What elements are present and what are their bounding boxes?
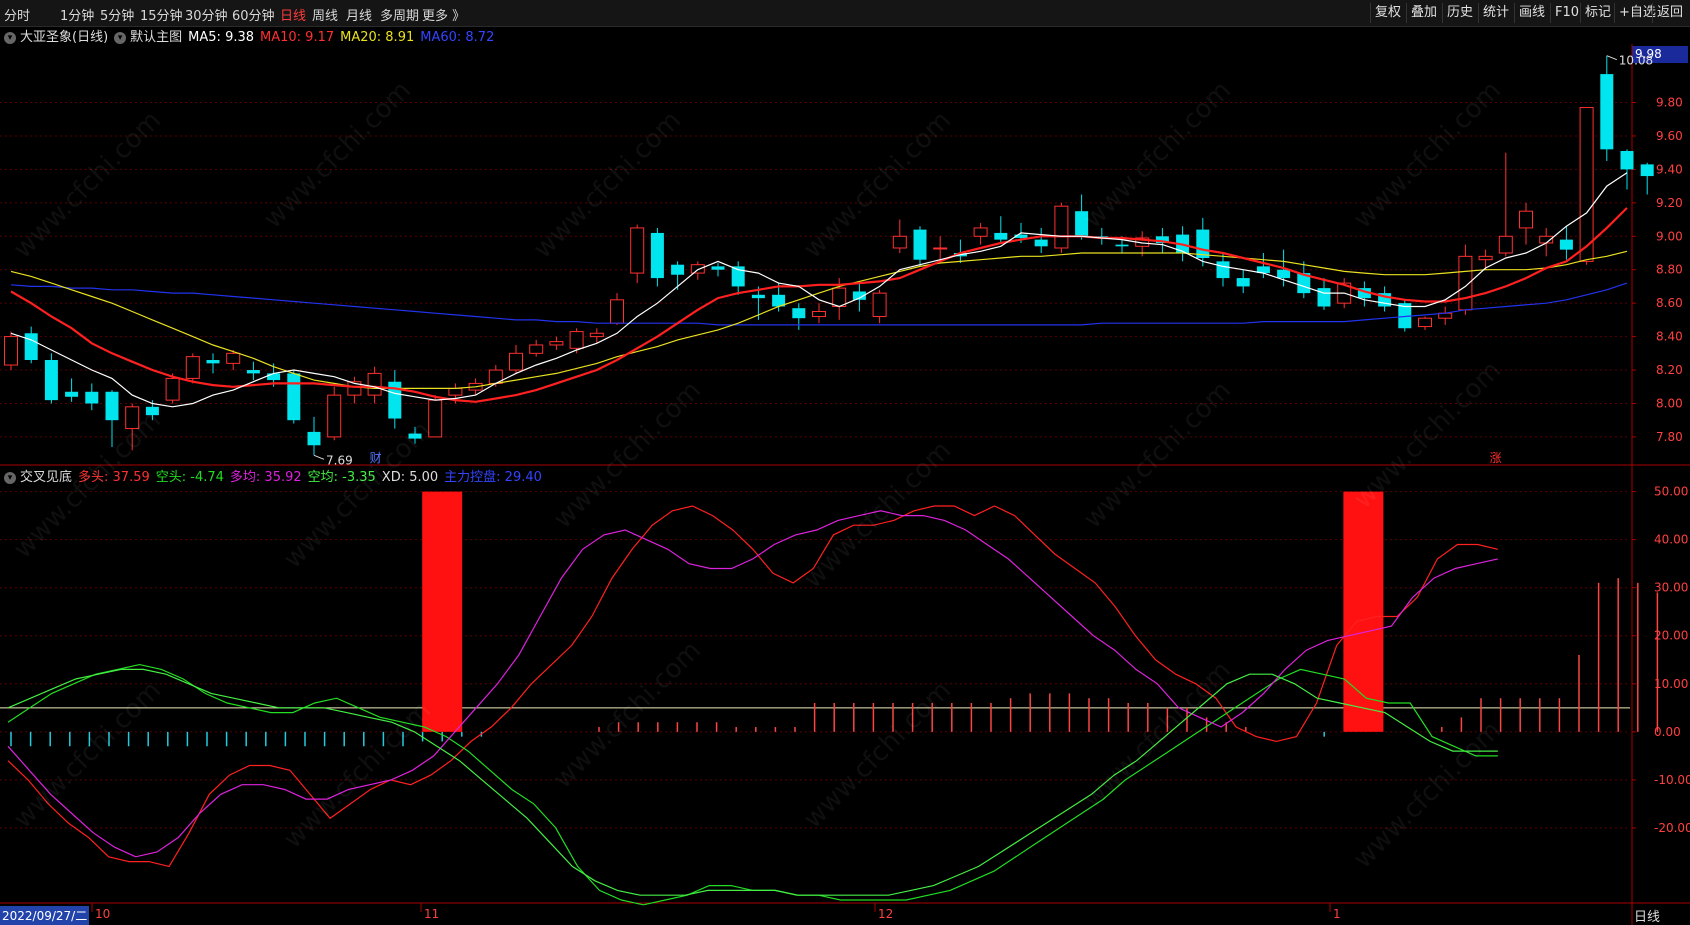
candle-up [509,352,523,371]
kongjun-line [7,668,1498,896]
high-price-label: 10.08 [1619,54,1653,68]
candle-up [1579,107,1594,262]
time-tick-label: 1 [1333,907,1341,921]
indicator-tick-label: 40.00 [1654,533,1688,547]
candle-down [24,333,38,361]
candle-down [913,229,927,260]
price-tick-label: 9.20 [1656,196,1683,210]
candle-down [408,433,422,439]
low-marker-line [313,454,325,460]
high-marker-line [1606,55,1617,61]
low-price-label: 7.69 [326,453,353,467]
candle-down [751,294,765,299]
candle-up [1054,205,1069,249]
candle-up [872,292,887,318]
zhang-tag: 涨 [1490,450,1502,465]
time-tick-label: 11 [424,907,439,921]
chart-canvas[interactable]: 7.80 8.00 8.20 8.40 8.60 8.80 9.00 9.20 9.40 9.60… [0,0,1690,925]
candle-up [4,336,18,366]
time-tick-label: 10 [95,907,110,921]
candle-up [1519,210,1533,229]
candle-down [1277,269,1291,279]
candle-down [206,360,220,364]
candle-up [226,352,241,364]
candle-up [892,235,907,249]
candle-up [569,331,584,349]
candle-up [367,372,382,396]
candle-up [448,387,463,396]
candle-up [690,264,705,274]
candle-down [1317,288,1331,307]
candle-down [1236,278,1250,287]
indicator-tick-label: 20.00 [1654,629,1688,643]
candle-down [287,373,301,421]
candle-up [610,299,624,324]
kongtou-line [7,663,1498,906]
candle-down [246,370,260,374]
candle-up [1478,255,1493,261]
price-tick-label: 9.60 [1656,129,1683,143]
indicator-tick-label: 50.00 [1654,485,1688,499]
price-tick-label: 8.20 [1656,363,1683,377]
time-tick-label: 12 [878,907,893,921]
candle-up [630,227,645,274]
candle-down [105,391,119,421]
candle-up [549,341,564,346]
candle-up [1458,255,1473,311]
candle-up [165,377,180,401]
candle-down [65,391,79,397]
candle-down [1216,261,1230,279]
candle-down [145,406,159,416]
candle-down [711,266,725,270]
candle-down [650,232,664,279]
candle-down [994,232,1008,240]
indicator-tick-label: 30.00 [1654,581,1688,595]
cai-tag: 财 [370,451,382,465]
candle-down [1034,239,1048,247]
candle-down [267,373,281,381]
candle-down [1640,164,1654,177]
candle-down [44,360,58,401]
candle-up [832,287,847,308]
price-tick-label: 9.80 [1656,96,1683,110]
candle-up [125,406,140,430]
candle-down [85,391,99,404]
candle-down [671,264,685,275]
candle-down [1600,74,1614,150]
candle-down [1620,151,1634,170]
price-tick-label: 8.60 [1656,296,1683,310]
candle-up [327,394,342,438]
candle-down [1075,211,1089,237]
price-tick-label: 8.00 [1656,396,1683,410]
candle-up [933,247,948,250]
candle-up [812,311,826,318]
cross-signal-bar [422,491,463,732]
price-tick-label: 9.40 [1656,162,1683,176]
candle-down [307,431,321,446]
candle-up [1418,317,1432,328]
candle-up [185,356,200,379]
candle-up [973,227,988,237]
candle-up [529,344,544,354]
price-tick-label: 8.40 [1656,330,1683,344]
indicator-tick-label: -20.00 [1654,821,1690,835]
indicator-tick-label: 10.00 [1654,677,1688,691]
price-tick-label: 7.80 [1656,430,1683,444]
price-tick-label: 9.00 [1656,229,1683,243]
price-tick-label: 8.80 [1656,263,1683,277]
candle-up [1498,235,1513,254]
candle-down [1559,239,1573,250]
indicator-tick-label: -10.00 [1654,773,1690,787]
candle-up [589,332,604,338]
candle-down [792,308,806,319]
candle-down [1115,244,1129,247]
duotou-line [7,505,1498,868]
candle-up [428,399,443,438]
